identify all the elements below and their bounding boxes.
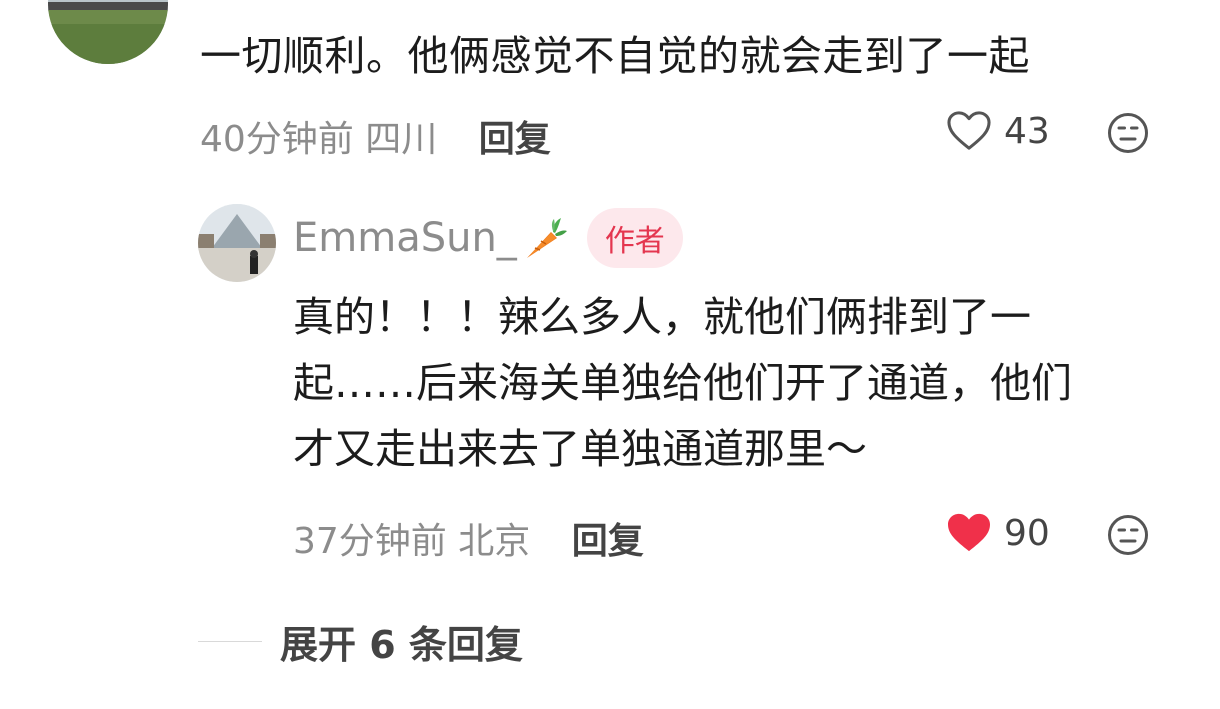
expand-replies-label[interactable]: 展开 6 条回复	[280, 614, 523, 669]
reply-text: 真的！！！辣么多人，就他们俩排到了一 起……后来海关单独给他们开了通道，他们 才…	[293, 284, 1173, 482]
avatar[interactable]	[198, 204, 276, 282]
avatar-image	[48, 0, 168, 64]
comment-location: 四川	[365, 119, 438, 160]
reply-header: EmmaSun_ 作者	[293, 208, 683, 268]
like-button[interactable]: 43	[946, 110, 1050, 152]
reply-time: 37分钟前	[293, 521, 447, 562]
like-count: 90	[1004, 512, 1050, 554]
dislike-face-icon[interactable]	[1107, 514, 1149, 556]
like-count: 43	[1004, 110, 1050, 152]
reply-meta: 37分钟前 北京 回复	[293, 512, 644, 564]
divider	[198, 641, 262, 642]
reply-button[interactable]: 回复	[479, 119, 551, 160]
author-name[interactable]: EmmaSun_	[293, 215, 517, 261]
reply-text-line: 才又走出来去了单独通道那里～	[293, 425, 867, 473]
comment-text: 一切顺利。他俩感觉不自觉的就会走到了一起	[200, 32, 1030, 80]
reply-text-line: 起……后来海关单独给他们开了通道，他们	[293, 359, 1072, 407]
reply-text-line: 真的！！！辣么多人，就他们俩排到了一	[293, 293, 1031, 341]
avatar-image	[198, 204, 276, 282]
comment-time: 40分钟前	[200, 119, 354, 160]
reply-button[interactable]: 回复	[572, 521, 644, 562]
comment-meta: 40分钟前 四川 回复	[200, 110, 551, 162]
avatar[interactable]	[48, 0, 168, 64]
author-badge: 作者	[586, 208, 683, 268]
dislike-face-icon[interactable]	[1107, 112, 1149, 154]
carrot-icon	[526, 218, 567, 258]
reply-location: 北京	[458, 521, 531, 562]
heart-filled-icon	[948, 513, 990, 552]
like-button[interactable]: 90	[946, 512, 1050, 554]
heart-outline-icon	[947, 111, 991, 150]
expand-replies[interactable]: 展开 6 条回复	[198, 614, 523, 669]
